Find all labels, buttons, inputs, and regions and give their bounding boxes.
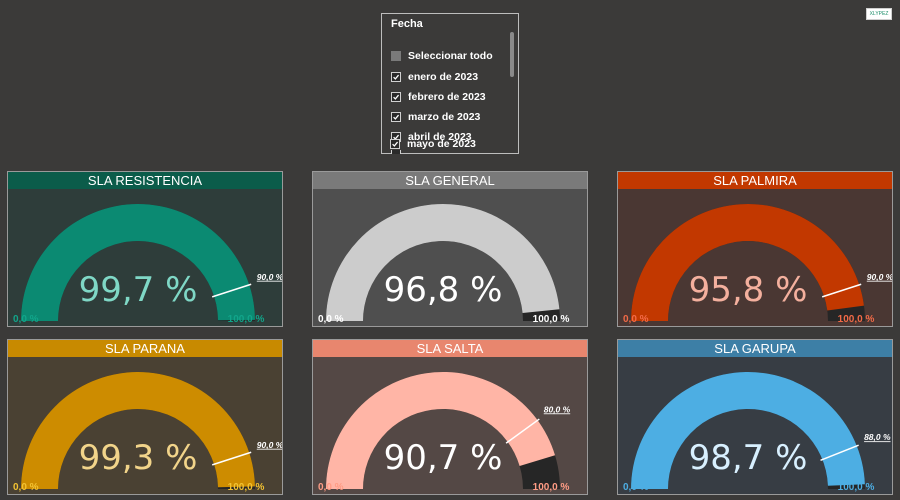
card-title: SLA GARUPA <box>618 340 892 357</box>
gauge-chart: 90,0 % 99,3 % 0,0 % 100,0 % <box>13 371 282 493</box>
gauge-chart: 96,8 % 0,0 % 100,0 % <box>318 204 570 325</box>
checkbox-checked-icon[interactable] <box>390 139 400 149</box>
slicer-item-enero[interactable]: enero de 2023 <box>391 69 478 85</box>
slicer-title: Fecha <box>391 18 423 30</box>
slicer-scrollbar[interactable] <box>510 32 514 77</box>
gauge-min-label: 0,0 % <box>623 482 649 493</box>
card-title: SLA GENERAL <box>313 172 587 189</box>
gauge-max-label: 100,0 % <box>533 314 570 325</box>
gauge-target-label: 90,0 % <box>257 440 282 450</box>
slicer-select-all[interactable]: Seleccionar todo <box>391 48 493 64</box>
gauge-min-label: 0,0 % <box>623 314 649 325</box>
slicer-item-label: marzo de 2023 <box>408 111 481 123</box>
gauge-max-label: 100,0 % <box>838 482 875 493</box>
gauge-max-label: 100,0 % <box>228 482 265 493</box>
gauge-card-resistencia: SLA RESISTENCIA 90,0 % 99,7 % 0,0 % 100,0 % <box>7 171 283 327</box>
gauge-value-label: 99,3 % <box>79 438 198 478</box>
gauge-target-label: 90,0 % <box>257 272 282 282</box>
gauge-chart: 90,0 % 99,7 % 0,0 % 100,0 % <box>13 203 282 325</box>
card-title: SLA PALMIRA <box>618 172 892 189</box>
gauge-card-garupa: SLA GARUPA 88,0 % 98,7 % 0,0 % 100,0 % <box>617 339 893 495</box>
gauge-card-general: SLA GENERAL 96,8 % 0,0 % 100,0 % <box>312 171 588 327</box>
gauge-chart: 90,0 % 95,8 % 0,0 % 100,0 % <box>623 203 892 325</box>
slicer-item-label: febrero de 2023 <box>408 91 486 103</box>
partial-checkbox-icon[interactable] <box>391 51 401 61</box>
gauge-max-label: 100,0 % <box>838 314 875 325</box>
gauge-min-label: 0,0 % <box>318 482 344 493</box>
checkbox-checked-icon[interactable] <box>391 72 401 82</box>
gauge-chart: 88,0 % 98,7 % 0,0 % 100,0 % <box>623 371 891 493</box>
gauge-min-label: 0,0 % <box>318 314 344 325</box>
gauge-max-label: 100,0 % <box>228 314 265 325</box>
card-title: SLA PARANA <box>8 340 282 357</box>
slicer-item-febrero[interactable]: febrero de 2023 <box>391 89 486 105</box>
slicer-item-marzo[interactable]: marzo de 2023 <box>391 109 480 125</box>
gauge-target-label: 80,0 % <box>544 404 571 414</box>
gauge-max-label: 100,0 % <box>533 482 570 493</box>
slicer-item-label: mayo de 2023 <box>407 138 476 150</box>
slicer-item-mayo-row[interactable]: mayo de 2023 <box>390 136 476 152</box>
card-title: SLA RESISTENCIA <box>8 172 282 189</box>
checkbox-checked-icon[interactable] <box>391 112 401 122</box>
corner-button[interactable]: XLYPEZ <box>866 8 892 20</box>
gauge-value-label: 90,7 % <box>384 438 503 478</box>
slicer-item-label: enero de 2023 <box>408 71 479 83</box>
gauge-value-label: 96,8 % <box>384 270 503 310</box>
gauge-min-label: 0,0 % <box>13 482 39 493</box>
date-slicer: Fecha Seleccionar todo enero de 2023 feb… <box>381 13 519 154</box>
gauge-target-label: 90,0 % <box>867 272 892 282</box>
checkbox-checked-icon[interactable] <box>391 92 401 102</box>
gauge-value-label: 95,8 % <box>689 270 808 310</box>
gauge-card-salta: SLA SALTA 80,0 % 90,7 % 0,0 % 100,0 % <box>312 339 588 495</box>
card-title: SLA SALTA <box>313 340 587 357</box>
gauge-target-label: 88,0 % <box>864 432 891 442</box>
gauge-min-label: 0,0 % <box>13 314 39 325</box>
slicer-item-label: Seleccionar todo <box>408 50 493 62</box>
gauge-card-parana: SLA PARANA 90,0 % 99,3 % 0,0 % 100,0 % <box>7 339 283 495</box>
gauge-chart: 80,0 % 90,7 % 0,0 % 100,0 % <box>318 371 571 493</box>
gauge-value-label: 99,7 % <box>79 270 198 310</box>
gauge-card-palmira: SLA PALMIRA 90,0 % 95,8 % 0,0 % 100,0 % <box>617 171 893 327</box>
gauge-value-label: 98,7 % <box>689 438 808 478</box>
